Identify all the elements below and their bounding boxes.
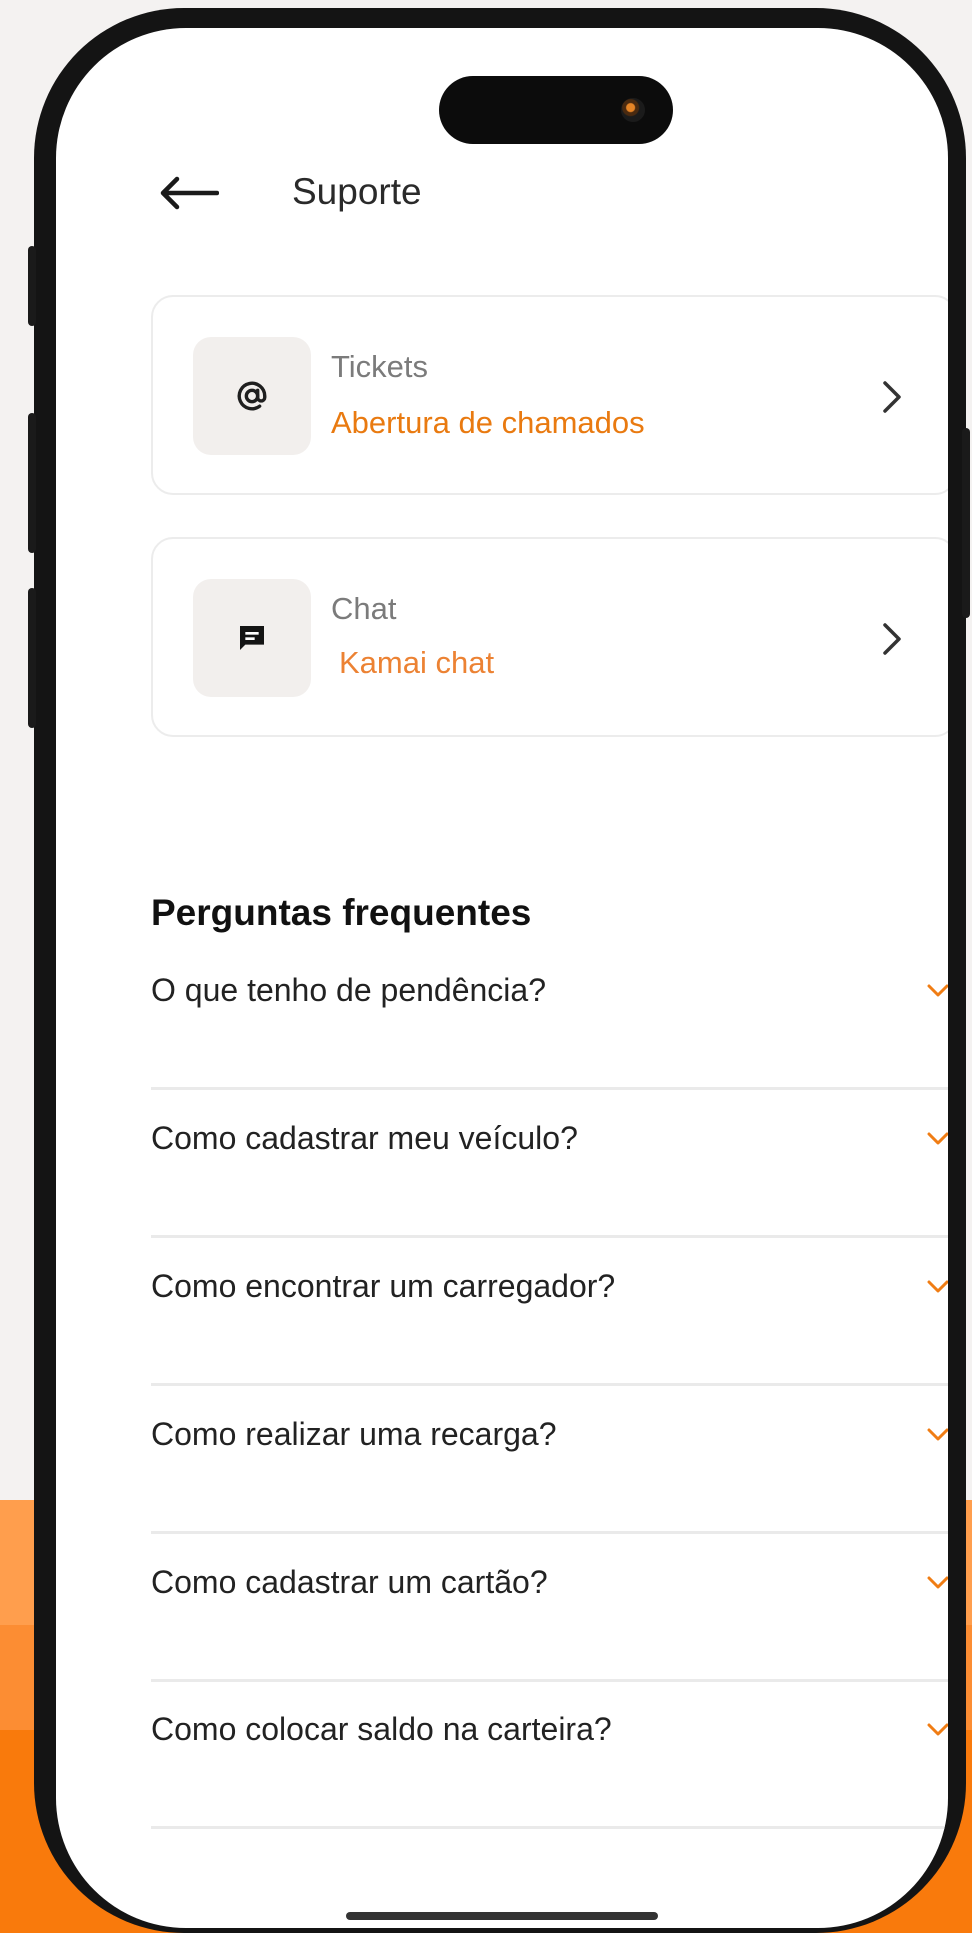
chat-bubble-icon: [240, 626, 264, 650]
faq-item[interactable]: Como cadastrar um cartão?: [151, 1564, 948, 1682]
chevron-down-icon: [927, 1576, 948, 1589]
back-button[interactable]: [151, 161, 225, 225]
chevron-down-icon: [927, 984, 948, 997]
side-button-action: [28, 246, 36, 326]
faq-question: O que tenho de pendência?: [151, 972, 546, 1008]
at-icon: [237, 381, 267, 411]
dynamic-island: [439, 76, 673, 144]
chat-icon-box: [193, 579, 311, 697]
phone-screen: Suporte Tickets Abertura de chamados Cha…: [56, 28, 948, 1928]
faq-item[interactable]: Como encontrar um carregador?: [151, 1268, 948, 1386]
chevron-right-icon: [883, 623, 901, 655]
faq-item[interactable]: O que tenho de pendência?: [151, 972, 948, 1090]
faq-item[interactable]: Como cadastrar meu veículo?: [151, 1120, 948, 1238]
arrow-left-icon: [160, 176, 219, 210]
chevron-down-icon: [927, 1723, 948, 1736]
tickets-label: Tickets: [331, 349, 429, 384]
home-indicator[interactable]: [346, 1912, 658, 1920]
faq-question: Como cadastrar meu veículo?: [151, 1120, 578, 1156]
chat-label: Chat: [331, 591, 397, 626]
faq-item[interactable]: Como colocar saldo na carteira?: [151, 1711, 948, 1829]
chevron-down-icon: [927, 1428, 948, 1441]
chevron-right-icon: [883, 381, 901, 413]
chat-card[interactable]: Chat Kamai chat: [151, 537, 948, 737]
side-button-power: [962, 428, 970, 618]
faq-heading: Perguntas frequentes: [151, 892, 532, 933]
tickets-icon-box: [193, 337, 311, 455]
chevron-down-icon: [927, 1132, 948, 1145]
faq-question: Como encontrar um carregador?: [151, 1268, 616, 1304]
side-button-volume-up: [28, 413, 36, 553]
side-button-volume-down: [28, 588, 36, 728]
tickets-card[interactable]: Tickets Abertura de chamados: [151, 295, 948, 495]
faq-question: Como colocar saldo na carteira?: [151, 1711, 612, 1747]
page-title: Suporte: [292, 171, 422, 212]
tickets-subtitle: Abertura de chamados: [331, 405, 645, 440]
faq-question: Como realizar uma recarga?: [151, 1416, 557, 1452]
faq-question: Como cadastrar um cartão?: [151, 1564, 548, 1600]
camera-icon: [621, 98, 645, 122]
chat-subtitle: Kamai chat: [339, 645, 495, 680]
faq-item[interactable]: Como realizar uma recarga?: [151, 1416, 948, 1534]
chevron-down-icon: [927, 1280, 948, 1293]
